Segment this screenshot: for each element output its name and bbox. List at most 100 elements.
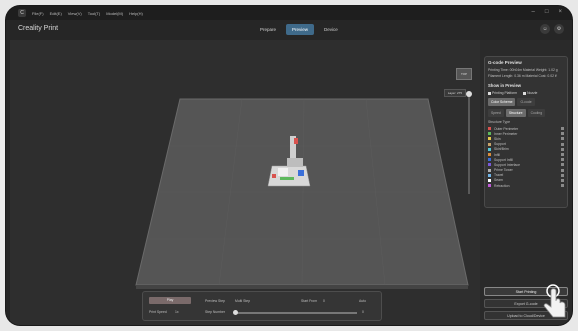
maximize-icon[interactable]: □ bbox=[545, 9, 549, 15]
structure-feature-row[interactable]: Retraction bbox=[488, 183, 564, 188]
preview-step-select[interactable]: Multi Step bbox=[235, 299, 250, 303]
feature-label: Skin bbox=[494, 136, 501, 141]
color-swatch bbox=[488, 147, 491, 151]
menu-edit[interactable]: Edit(E) bbox=[50, 11, 62, 16]
layer-slider-track[interactable] bbox=[468, 94, 470, 194]
account-icon[interactable]: ☺ bbox=[540, 24, 550, 34]
tab-preview[interactable]: Preview bbox=[286, 24, 315, 35]
structure-feature-row[interactable]: Support bbox=[488, 142, 564, 147]
brand-title: Creality Print bbox=[18, 25, 59, 32]
preview-step-label: Preview Step bbox=[205, 299, 225, 303]
feature-label: Retraction bbox=[494, 183, 510, 188]
color-swatch bbox=[488, 127, 491, 131]
tab-device[interactable]: Device bbox=[318, 24, 344, 35]
color-swatch bbox=[488, 158, 491, 162]
visibility-checkbox[interactable] bbox=[561, 147, 564, 151]
visibility-checkbox[interactable] bbox=[561, 168, 564, 172]
menu-file[interactable]: File(F) bbox=[32, 11, 44, 16]
structure-feature-list: Outer Perimeter Inner Perimeter Skin Suppor… bbox=[488, 126, 564, 188]
settings-icon[interactable]: ⚙ bbox=[554, 24, 564, 34]
build-plate-scene bbox=[135, 98, 469, 289]
scheme-type-tabs: Speed Structure Cooling bbox=[488, 109, 564, 117]
step-slider-handle[interactable] bbox=[233, 310, 238, 315]
app-window: C File(F) Edit(E) View(V) Tool(T) Model(… bbox=[6, 6, 572, 325]
color-swatch bbox=[488, 163, 491, 167]
structure-feature-row[interactable]: Infill bbox=[488, 152, 564, 157]
feature-label: Support Infill bbox=[494, 157, 513, 162]
structure-feature-row[interactable]: Travel bbox=[488, 173, 564, 178]
layer-indicator: Layer: 275 bbox=[443, 89, 466, 97]
menu-view[interactable]: View(V) bbox=[68, 11, 82, 16]
play-button[interactable]: Play bbox=[149, 297, 191, 304]
mode-tabs: Prepare Preview Device bbox=[254, 24, 344, 35]
visibility-checkbox[interactable] bbox=[561, 142, 564, 146]
tab-speed[interactable]: Speed bbox=[488, 109, 504, 117]
visibility-checkbox[interactable] bbox=[561, 132, 564, 136]
visibility-checkbox[interactable] bbox=[561, 153, 564, 157]
menu-tool[interactable]: Tool(T) bbox=[88, 11, 100, 16]
visibility-checkbox[interactable] bbox=[561, 173, 564, 177]
print-stats-line-1: Printing Time: 00h04m Material Weight: 1… bbox=[488, 68, 558, 72]
menu-model[interactable]: Model(M) bbox=[106, 11, 123, 16]
show-in-preview-title: Show in Preview bbox=[488, 83, 522, 88]
print-stats-line-2: Filament Length: 0.36 m Material Cost: 0… bbox=[488, 74, 557, 78]
feature-label: Support bbox=[494, 142, 506, 147]
playback-panel: Play Preview Step Multi Step Start From … bbox=[142, 291, 382, 321]
structure-feature-row[interactable]: Support Infill bbox=[488, 157, 564, 162]
structure-feature-row[interactable]: Prime Tower bbox=[488, 168, 564, 173]
header-icons: ☺ ⚙ bbox=[540, 24, 564, 34]
tab-cooling[interactable]: Cooling bbox=[527, 109, 546, 117]
start-from-input[interactable]: 0 bbox=[323, 299, 325, 303]
structure-feature-row[interactable]: Skirt/Brim bbox=[488, 147, 564, 152]
minimize-icon[interactable]: – bbox=[532, 9, 535, 15]
feature-label: Inner Perimeter bbox=[494, 131, 518, 136]
3d-viewport[interactable]: TOP Layer: 275 bbox=[10, 40, 480, 325]
visibility-checkbox[interactable] bbox=[561, 137, 564, 141]
tab-gcode[interactable]: G-code bbox=[517, 98, 535, 106]
color-swatch bbox=[488, 137, 491, 141]
step-number-label: Step Number bbox=[205, 310, 225, 314]
tab-prepare[interactable]: Prepare bbox=[254, 24, 282, 35]
color-swatch bbox=[488, 173, 491, 177]
structure-list-header: Structure Type bbox=[488, 120, 510, 124]
feature-label: Outer Perimeter bbox=[494, 126, 519, 131]
close-icon[interactable]: × bbox=[558, 9, 562, 15]
visibility-checkbox[interactable] bbox=[561, 178, 564, 182]
panel-title: G-code Preview bbox=[488, 60, 522, 65]
printing-platform-option[interactable]: Printing Platform bbox=[488, 91, 517, 95]
feature-label: Seam bbox=[494, 178, 503, 183]
feature-label: Travel bbox=[494, 173, 504, 178]
tab-structure[interactable]: Structure bbox=[505, 109, 526, 117]
structure-feature-row[interactable]: Inner Perimeter bbox=[488, 131, 564, 136]
color-swatch bbox=[488, 178, 491, 182]
print-speed-select[interactable]: 1x bbox=[175, 310, 179, 314]
gcode-preview-panel: G-code Preview Printing Time: 00h04m Mat… bbox=[484, 56, 568, 208]
auto-toggle[interactable]: Auto bbox=[359, 299, 366, 303]
title-bar: C File(F) Edit(E) View(V) Tool(T) Model(… bbox=[6, 6, 572, 20]
print-speed-label: Print Speed bbox=[149, 310, 167, 314]
structure-feature-row[interactable]: Skin bbox=[488, 136, 564, 141]
visibility-checkbox[interactable] bbox=[561, 127, 564, 131]
color-swatch bbox=[488, 132, 491, 136]
color-swatch bbox=[488, 184, 491, 188]
app-logo-icon: C bbox=[18, 9, 26, 17]
menu-help[interactable]: Help(H) bbox=[129, 11, 143, 16]
step-number-value: 0 bbox=[362, 310, 364, 314]
feature-label: Skirt/Brim bbox=[494, 147, 509, 152]
tab-color-scheme[interactable]: Color Scheme bbox=[488, 98, 516, 106]
nozzle-option[interactable]: Nozzle bbox=[523, 91, 537, 95]
step-slider-track[interactable] bbox=[235, 312, 357, 314]
feature-label: Prime Tower bbox=[494, 168, 513, 173]
visibility-checkbox[interactable] bbox=[561, 184, 564, 188]
view-cube[interactable]: TOP bbox=[456, 68, 472, 80]
window-controls: – □ × bbox=[532, 9, 562, 15]
checkbox-icon bbox=[523, 91, 527, 95]
checkbox-icon bbox=[488, 91, 491, 95]
structure-feature-row[interactable]: Seam bbox=[488, 178, 564, 183]
structure-feature-row[interactable]: Outer Perimeter bbox=[488, 126, 564, 131]
structure-feature-row[interactable]: Support Interface bbox=[488, 162, 564, 167]
visibility-checkbox[interactable] bbox=[561, 163, 564, 167]
visibility-checkbox[interactable] bbox=[561, 158, 564, 162]
color-swatch bbox=[488, 168, 491, 172]
layer-slider-handle[interactable] bbox=[466, 91, 472, 97]
